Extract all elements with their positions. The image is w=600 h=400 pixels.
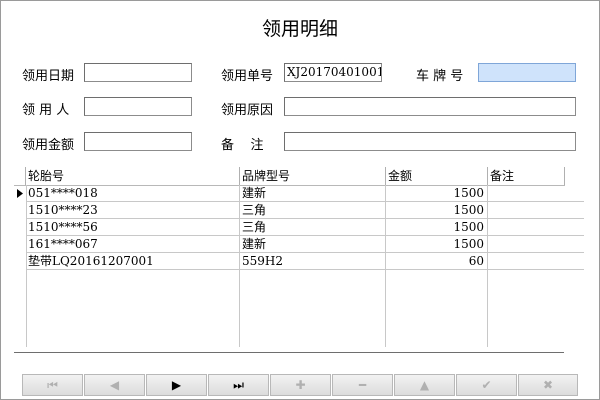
- header-indicator-cell: [14, 167, 26, 185]
- cell-tire-no[interactable]: 1510****23: [26, 202, 240, 219]
- table-row[interactable]: 1510****23 三角 1500: [14, 202, 584, 219]
- prev-record-button[interactable]: ◀: [84, 374, 145, 396]
- triangle-up-icon: ▲: [419, 378, 430, 392]
- plate-label: 车 牌 号: [416, 69, 464, 84]
- cell-tire-no[interactable]: 161****067: [26, 236, 240, 253]
- cell-amount[interactable]: 1500: [386, 202, 488, 219]
- edit-record-button[interactable]: ▲: [394, 374, 455, 396]
- next-icon: ▶: [171, 378, 182, 392]
- record-navigator: ⏮ ◀ ▶ ⏭ ✚ ━ ▲ ✔ ✖: [22, 374, 578, 396]
- check-icon: ✔: [481, 378, 492, 392]
- column-header-amount[interactable]: 金额: [386, 167, 488, 185]
- next-record-button[interactable]: ▶: [146, 374, 207, 396]
- column-header-remark[interactable]: 备注: [488, 167, 565, 185]
- plate-field[interactable]: [478, 63, 576, 82]
- amount-label: 领用金额: [22, 138, 75, 153]
- cell-remark[interactable]: [488, 236, 584, 253]
- amount-field[interactable]: [84, 132, 192, 151]
- table-row[interactable]: 161****067 建新 1500: [14, 236, 584, 253]
- cell-brand[interactable]: 建新: [240, 236, 386, 253]
- cell-remark[interactable]: [488, 219, 584, 236]
- table-row[interactable]: 051****018 建新 1500: [14, 185, 584, 202]
- cell-brand[interactable]: 三角: [240, 219, 386, 236]
- reason-field[interactable]: [284, 97, 576, 116]
- date-field[interactable]: [84, 63, 192, 82]
- cell-amount[interactable]: 1500: [386, 185, 488, 202]
- divider: [14, 352, 564, 353]
- cell-amount[interactable]: 60: [386, 253, 488, 270]
- cell-tire-no[interactable]: 1510****56: [26, 219, 240, 236]
- cell-amount[interactable]: 1500: [386, 236, 488, 253]
- order-no-label: 领用单号: [221, 69, 274, 84]
- person-field[interactable]: [84, 97, 192, 116]
- minus-icon: ━: [358, 378, 367, 392]
- detail-grid[interactable]: 轮胎号 品牌型号 金额 备注 051****018 建新 1500 1510**…: [14, 167, 584, 347]
- cancel-record-button[interactable]: ✖: [518, 374, 578, 396]
- cell-remark[interactable]: [488, 202, 584, 219]
- insert-record-button[interactable]: ✚: [270, 374, 331, 396]
- person-label: 领 用 人: [22, 103, 70, 118]
- column-header-tire-no[interactable]: 轮胎号: [26, 167, 240, 185]
- last-icon: ⏭: [233, 378, 244, 392]
- cell-brand[interactable]: 建新: [240, 185, 386, 202]
- table-row[interactable]: 1510****56 三角 1500: [14, 219, 584, 236]
- cell-tire-no[interactable]: 051****018: [26, 185, 240, 202]
- cell-remark[interactable]: [488, 185, 584, 202]
- order-no-field[interactable]: XJ20170401001: [284, 63, 382, 82]
- date-label: 领用日期: [22, 69, 75, 84]
- plus-icon: ✚: [295, 378, 306, 392]
- prev-icon: ◀: [109, 378, 120, 392]
- cell-brand[interactable]: 559H2: [240, 253, 386, 270]
- close-icon: ✖: [542, 378, 554, 392]
- current-row-indicator: [14, 185, 26, 202]
- first-record-button[interactable]: ⏮: [22, 374, 83, 396]
- reason-label: 领用原因: [221, 103, 274, 118]
- cell-brand[interactable]: 三角: [240, 202, 386, 219]
- last-record-button[interactable]: ⏭: [208, 374, 269, 396]
- grid-header: 轮胎号 品牌型号 金额 备注: [14, 167, 565, 186]
- cell-tire-no[interactable]: 垫带LQ20161207001: [26, 253, 240, 270]
- cell-amount[interactable]: 1500: [386, 219, 488, 236]
- first-icon: ⏮: [47, 378, 58, 392]
- delete-record-button[interactable]: ━: [332, 374, 393, 396]
- table-row[interactable]: 垫带LQ20161207001 559H2 60: [14, 253, 584, 270]
- remark-field[interactable]: [284, 132, 576, 151]
- cell-remark[interactable]: [488, 253, 584, 270]
- remark-label: 备 注: [221, 138, 264, 153]
- column-header-brand[interactable]: 品牌型号: [240, 167, 386, 185]
- page-title: 领用明细: [261, 18, 338, 40]
- post-record-button[interactable]: ✔: [456, 374, 517, 396]
